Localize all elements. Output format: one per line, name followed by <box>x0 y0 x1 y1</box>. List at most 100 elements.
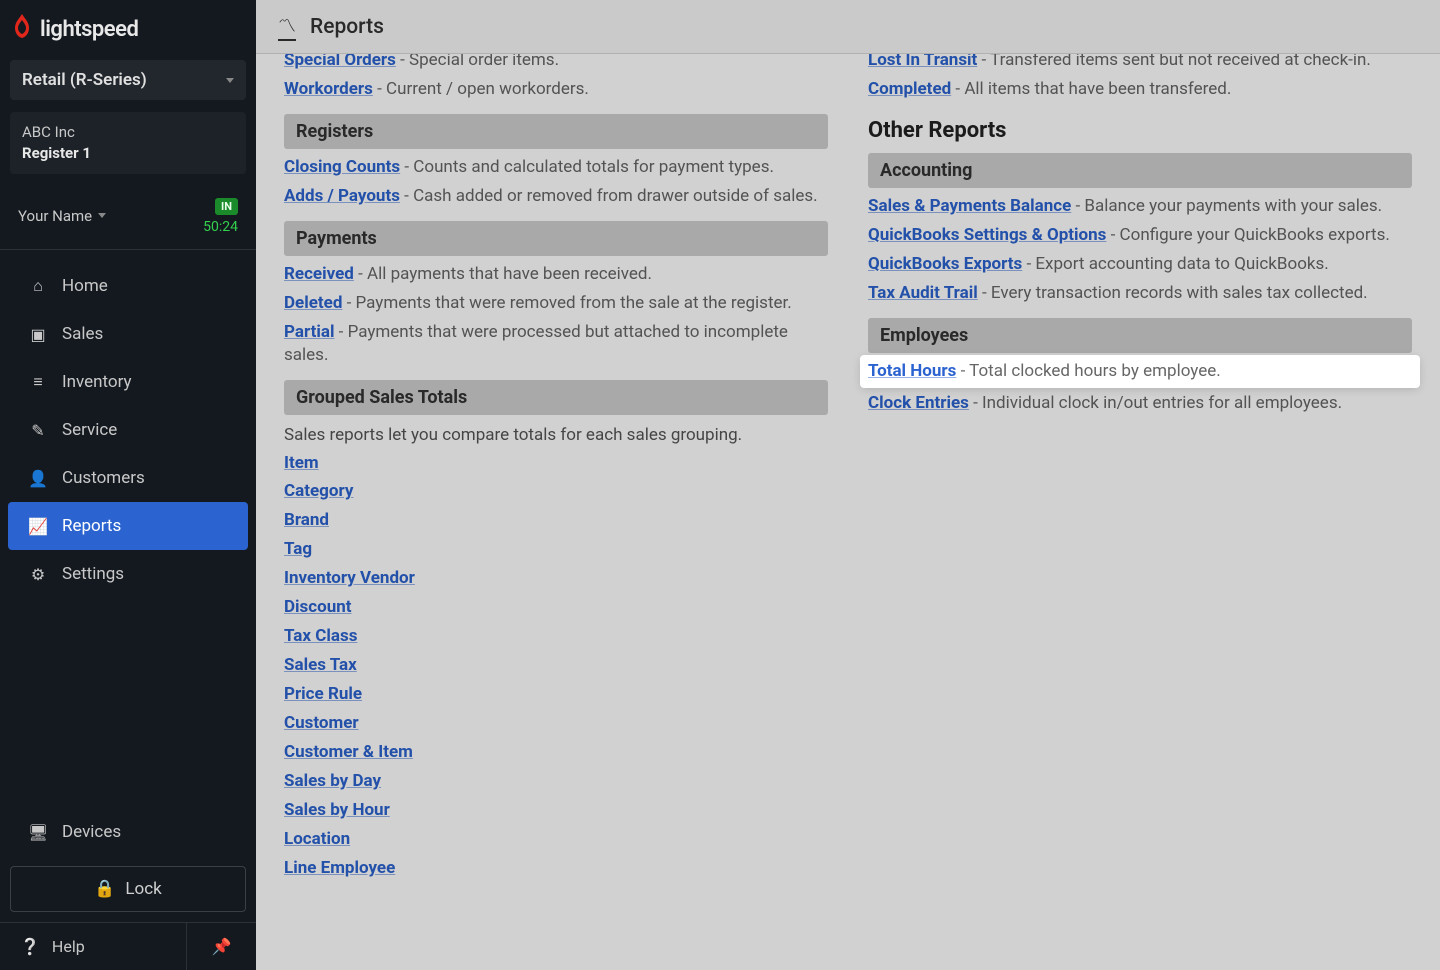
report-link[interactable]: Tax Class <box>284 626 357 646</box>
accounting-header: Accounting <box>868 153 1412 188</box>
pin-button[interactable]: 📌 <box>186 923 256 970</box>
report-row: Sales Tax <box>284 651 828 680</box>
report-link[interactable]: Sales Tax <box>284 655 357 675</box>
reports-icon: 📈 <box>28 517 48 536</box>
report-desc: - Configure your QuickBooks exports. <box>1106 225 1389 245</box>
flame-icon <box>12 14 32 44</box>
report-row: QuickBooks Exports - Export accounting d… <box>868 250 1412 279</box>
store-info[interactable]: ABC Inc Register 1 <box>10 112 246 174</box>
chart-icon: 〽 <box>278 12 296 41</box>
report-link[interactable]: Tax Audit Trail <box>868 283 978 303</box>
chevron-down-icon <box>98 213 106 218</box>
report-link[interactable]: Workorders <box>284 79 373 99</box>
report-link[interactable]: Customer <box>284 713 359 733</box>
report-link[interactable]: Category <box>284 481 353 501</box>
report-link[interactable]: QuickBooks Settings & Options <box>868 225 1106 245</box>
user-name: Your Name <box>18 207 106 225</box>
nav-item-service[interactable]: ✎Service <box>8 406 248 454</box>
report-link[interactable]: Total Hours <box>868 361 956 381</box>
nav-item-sales[interactable]: ▣Sales <box>8 310 248 358</box>
report-link[interactable]: QuickBooks Exports <box>868 254 1022 274</box>
user-row[interactable]: Your Name IN 50:24 <box>0 180 256 250</box>
report-link[interactable]: Special Orders <box>284 54 396 70</box>
report-desc: - Counts and calculated totals for payme… <box>400 157 774 177</box>
help-button[interactable]: ❔ Help <box>0 923 186 970</box>
report-desc: - Every transaction records with sales t… <box>978 283 1368 303</box>
inventory-icon: ≡ <box>28 372 48 392</box>
nav-item-reports[interactable]: 📈 Reports <box>8 502 248 550</box>
report-link[interactable]: Inventory Vendor <box>284 568 415 588</box>
report-desc: - Special order items. <box>396 54 559 70</box>
brand-name: lightspeed <box>40 17 138 42</box>
report-desc: - Individual clock in/out entries for al… <box>969 393 1342 413</box>
report-desc: - Transfered items sent but not received… <box>977 54 1371 70</box>
report-row: Price Rule <box>284 680 828 709</box>
devices-icon: 🖥 <box>28 823 48 842</box>
help-label: Help <box>52 937 85 956</box>
report-row: Location <box>284 825 828 854</box>
report-row: QuickBooks Settings & Options - Configur… <box>868 221 1412 250</box>
settings-icon: ⚙ <box>28 565 48 584</box>
report-link[interactable]: Closing Counts <box>284 157 400 177</box>
report-link[interactable]: Lost In Transit <box>868 54 977 70</box>
report-link[interactable]: Deleted <box>284 293 342 313</box>
report-link[interactable]: Partial <box>284 322 334 342</box>
product-selector[interactable]: Retail (R-Series) <box>10 60 246 100</box>
report-row: Tag <box>284 535 828 564</box>
nav-item-inventory[interactable]: ≡Inventory <box>8 358 248 406</box>
clock-timer: 50:24 <box>203 219 238 235</box>
report-desc: - Payments that were removed from the sa… <box>342 293 791 313</box>
report-link[interactable]: Tag <box>284 539 312 559</box>
sidebar: lightspeed Retail (R-Series) ABC Inc Reg… <box>0 0 256 970</box>
report-desc: - All items that have been transfered. <box>951 79 1231 99</box>
report-row: Closing Counts - Counts and calculated t… <box>284 153 828 182</box>
report-link[interactable]: Customer & Item <box>284 742 413 762</box>
nav-label: Settings <box>62 564 124 584</box>
report-link[interactable]: Completed <box>868 79 951 99</box>
registers-header: Registers <box>284 114 828 149</box>
grouped-intro: Sales reports let you compare totals for… <box>284 419 828 449</box>
report-link[interactable]: Received <box>284 264 354 284</box>
report-row: Total Hours - Total clocked hours by emp… <box>862 357 1418 386</box>
report-link[interactable]: Sales & Payments Balance <box>868 196 1071 216</box>
report-link[interactable]: Brand <box>284 510 329 530</box>
report-row: Completed - All items that have been tra… <box>868 75 1412 104</box>
report-row: Sales by Hour <box>284 796 828 825</box>
report-desc: - Payments that were processed but attac… <box>284 322 788 365</box>
nav: ⌂Home▣Sales≡Inventory✎Service👤Customers📈… <box>0 254 256 856</box>
nav-label: Sales <box>62 324 103 344</box>
report-desc: - Balance your payments with your sales. <box>1071 196 1382 216</box>
grouped-header: Grouped Sales Totals <box>284 380 828 415</box>
user-status: IN 50:24 <box>203 196 238 235</box>
report-desc: - Total clocked hours by employee. <box>956 361 1220 381</box>
report-link[interactable]: Sales by Hour <box>284 800 390 820</box>
report-row: Tax Audit Trail - Every transaction reco… <box>868 279 1412 308</box>
nav-label: Customers <box>62 468 145 488</box>
lock-button[interactable]: 🔒 Lock <box>10 866 246 912</box>
nav-item-customers[interactable]: 👤Customers <box>8 454 248 502</box>
nav-item-home[interactable]: ⌂Home <box>8 262 248 310</box>
report-link[interactable]: Location <box>284 829 350 849</box>
right-column: Lost In Transit - Transfered items sent … <box>868 54 1412 950</box>
product-selector-label: Retail (R-Series) <box>22 70 147 90</box>
report-row: Customer <box>284 709 828 738</box>
content-columns: Special Orders - Special order items. Wor… <box>256 54 1440 970</box>
report-link[interactable]: Price Rule <box>284 684 362 704</box>
report-link[interactable]: Line Employee <box>284 858 395 878</box>
sidebar-footer: ❔ Help 📌 <box>0 922 256 970</box>
report-desc: - All payments that have been received. <box>354 264 652 284</box>
report-row: Customer & Item <box>284 738 828 767</box>
lock-icon: 🔒 <box>94 879 115 899</box>
report-row: Workorders - Current / open workorders. <box>284 75 828 104</box>
report-desc: - Current / open workorders. <box>373 79 589 99</box>
nav-label: Reports <box>62 516 121 536</box>
nav-item-devices[interactable]: 🖥Devices <box>8 808 248 856</box>
report-row: Sales & Payments Balance - Balance your … <box>868 192 1412 221</box>
report-row: Adds / Payouts - Cash added or removed f… <box>284 182 828 211</box>
report-link[interactable]: Clock Entries <box>868 393 969 413</box>
report-link[interactable]: Item <box>284 453 319 473</box>
report-link[interactable]: Discount <box>284 597 352 617</box>
report-link[interactable]: Adds / Payouts <box>284 186 400 206</box>
report-link[interactable]: Sales by Day <box>284 771 381 791</box>
nav-item-settings[interactable]: ⚙ Settings <box>8 550 248 598</box>
